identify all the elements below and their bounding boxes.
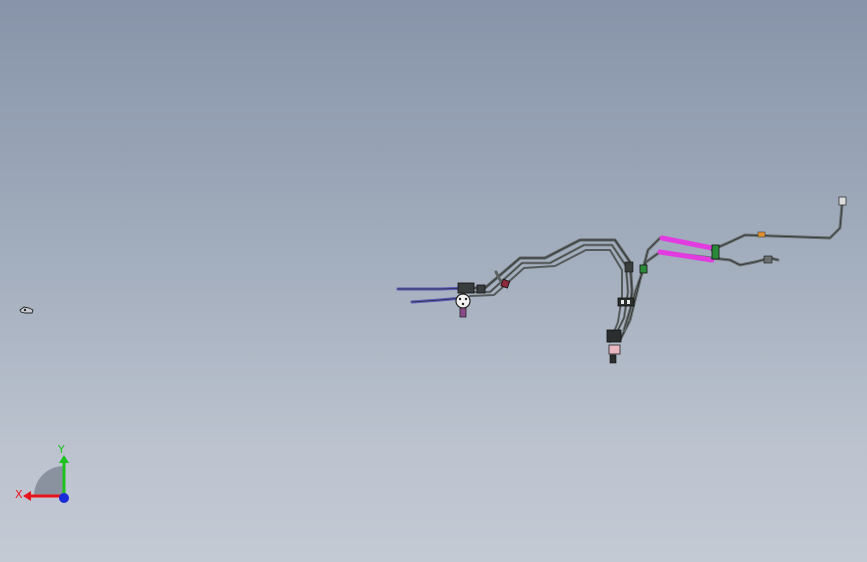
x-axis-arrow <box>23 491 31 501</box>
loop-tube-outer[interactable] <box>628 236 714 322</box>
main-tube-2[interactable] <box>466 243 630 340</box>
fitting-stem[interactable] <box>459 307 467 318</box>
magenta-hose-upper[interactable] <box>659 235 715 251</box>
tube-assembly[interactable] <box>396 203 844 343</box>
right-tube-long[interactable] <box>710 203 844 252</box>
top-right-cap[interactable] <box>838 196 847 206</box>
orange-marker[interactable] <box>757 231 766 238</box>
green-clip-left[interactable] <box>639 264 648 274</box>
lower-connector[interactable] <box>608 344 621 355</box>
lower-bracket[interactable] <box>606 329 622 343</box>
reference-triad: Y X <box>15 443 69 503</box>
mid-bracket[interactable] <box>617 297 635 307</box>
y-axis-label: Y <box>57 443 65 456</box>
green-clip-right[interactable] <box>711 244 720 260</box>
triad-plane-shade <box>34 466 64 496</box>
clamp-2[interactable] <box>476 284 486 294</box>
graphics-viewport[interactable]: Y X <box>0 0 867 562</box>
fittings[interactable] <box>455 196 847 364</box>
x-axis-label: X <box>15 488 23 501</box>
z-axis-dot <box>59 493 69 503</box>
small-part-icon[interactable] <box>19 304 35 316</box>
left-clamp[interactable] <box>457 282 475 294</box>
round-fitting[interactable] <box>455 293 471 309</box>
model-view[interactable] <box>0 0 867 562</box>
main-tube-1[interactable] <box>463 238 634 342</box>
y-axis-arrow <box>59 455 69 463</box>
